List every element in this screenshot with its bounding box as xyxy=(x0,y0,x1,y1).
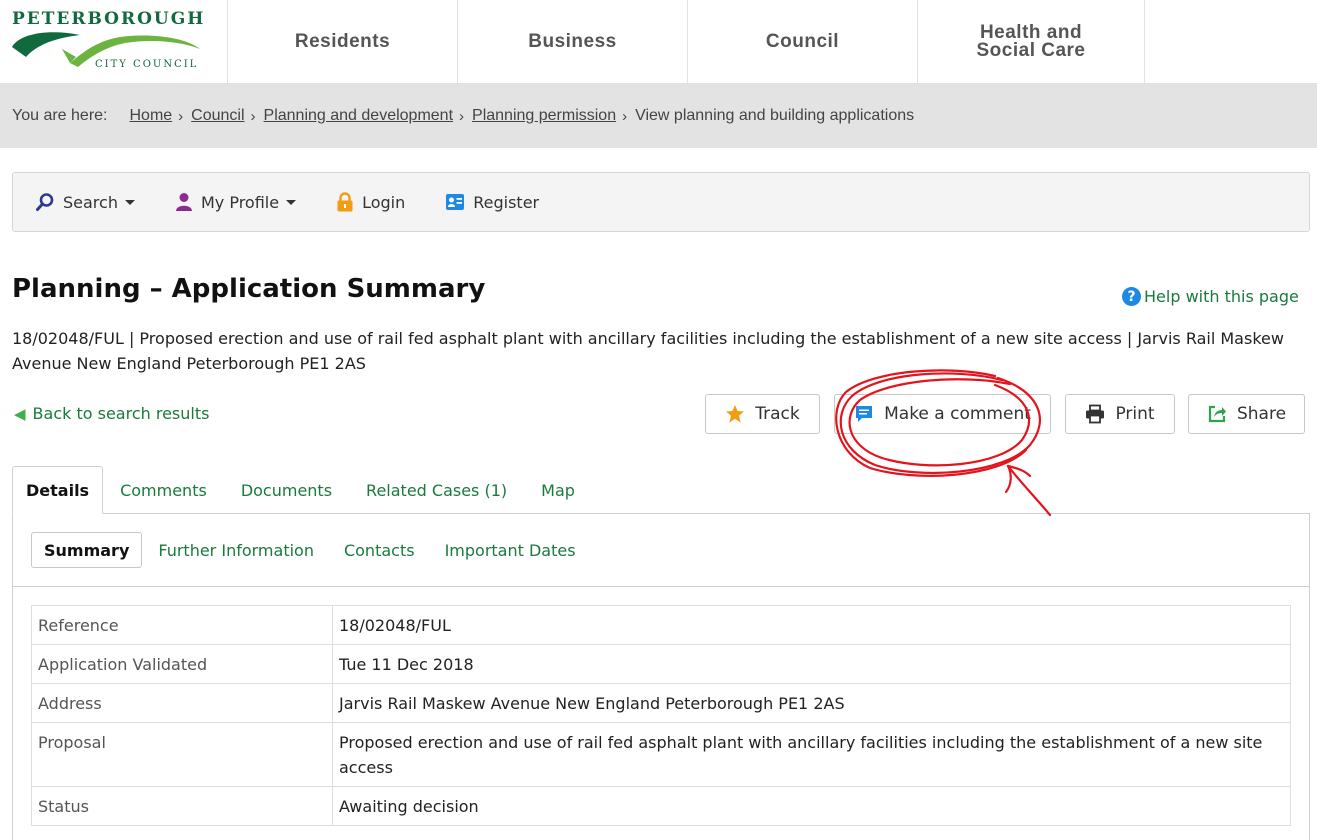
track-label: Track xyxy=(755,404,800,424)
help-link[interactable]: ? Help with this page xyxy=(1122,287,1299,306)
search-menu[interactable]: Search xyxy=(35,192,135,212)
comment-icon xyxy=(854,404,874,424)
page-title-rest: – Application Summary xyxy=(140,274,486,304)
row-label: Application Validated xyxy=(31,644,333,684)
logo-subtitle: CITY COUNCIL xyxy=(95,59,199,70)
page-title-bold: Planning xyxy=(12,274,141,304)
padlock-icon xyxy=(336,192,354,212)
main-nav: Residents Business Council Health and Soc… xyxy=(227,0,1145,84)
make-comment-button[interactable]: Make a comment xyxy=(834,394,1051,434)
row-label: Status xyxy=(31,786,333,826)
nav-residents[interactable]: Residents xyxy=(227,0,457,84)
register-card-icon xyxy=(445,192,465,212)
breadcrumb-council[interactable]: Council xyxy=(191,107,244,125)
nav-council[interactable]: Council xyxy=(687,0,917,84)
nav-health-social-care[interactable]: Health and Social Care xyxy=(917,0,1145,84)
chevron-right-icon: › xyxy=(459,107,465,125)
track-button[interactable]: Track xyxy=(705,394,820,434)
arrow-left-icon: ◀ xyxy=(14,404,26,423)
caret-down-icon xyxy=(124,199,135,205)
panel-divider xyxy=(13,586,1309,587)
row-value: Proposed erection and use of rail fed as… xyxy=(332,722,1291,787)
chevron-right-icon: › xyxy=(178,107,184,125)
nav-health-line2: Social Care xyxy=(976,40,1086,61)
row-label: Proposal xyxy=(31,722,333,787)
tab-comments[interactable]: Comments xyxy=(103,466,224,514)
chevron-right-icon: › xyxy=(622,107,628,125)
search-icon xyxy=(35,192,55,212)
table-row: Application Validated Tue 11 Dec 2018 xyxy=(31,644,1291,684)
sub-tabs: Summary Further Information Contacts Imp… xyxy=(31,532,591,568)
chevron-right-icon: › xyxy=(250,107,256,125)
share-label: Share xyxy=(1236,404,1287,424)
make-comment-label: Make a comment xyxy=(884,404,1031,424)
subtab-contacts[interactable]: Contacts xyxy=(329,532,430,568)
main-tabs: Details Comments Documents Related Cases… xyxy=(12,466,592,514)
printer-icon xyxy=(1085,404,1105,424)
profile-menu[interactable]: My Profile xyxy=(175,192,297,212)
help-link-label: Help with this page xyxy=(1144,287,1299,306)
table-row: Status Awaiting decision xyxy=(31,786,1291,826)
tab-related-cases[interactable]: Related Cases (1) xyxy=(349,466,524,514)
nav-business[interactable]: Business xyxy=(457,0,687,84)
print-button[interactable]: Print xyxy=(1065,394,1175,434)
page-title: Planning – Application Summary xyxy=(12,274,485,304)
back-to-results-link[interactable]: ◀ Back to search results xyxy=(14,404,209,423)
table-row: Proposal Proposed erection and use of ra… xyxy=(31,722,1291,787)
register-link[interactable]: Register xyxy=(445,192,539,212)
search-menu-label: Search xyxy=(63,192,118,212)
row-value: Awaiting decision xyxy=(332,786,1291,826)
login-label: Login xyxy=(362,192,406,212)
row-value: Tue 11 Dec 2018 xyxy=(332,644,1291,684)
profile-menu-label: My Profile xyxy=(200,192,280,212)
print-label: Print xyxy=(1115,404,1155,424)
back-link-label: Back to search results xyxy=(32,404,210,423)
breadcrumb-planning-permission[interactable]: Planning permission xyxy=(472,107,616,125)
application-description: 18/02048/FUL | Proposed erection and use… xyxy=(12,329,1284,373)
subtab-further-information[interactable]: Further Information xyxy=(143,532,329,568)
details-panel: Summary Further Information Contacts Imp… xyxy=(12,513,1310,840)
nav-health-label: Health and Social Care xyxy=(976,23,1086,61)
site-header: PETERBOROUGH CITY COUNCIL Residents Busi… xyxy=(0,0,1317,84)
register-label: Register xyxy=(473,192,540,212)
row-label: Address xyxy=(31,683,333,723)
caret-down-icon xyxy=(286,199,297,205)
login-link[interactable]: Login xyxy=(336,192,405,212)
logo-wordmark: PETERBOROUGH xyxy=(12,9,206,29)
utility-bar: Search My Profile Login Register xyxy=(12,172,1310,232)
summary-table: Reference 18/02048/FUL Application Valid… xyxy=(31,605,1291,826)
subtab-summary[interactable]: Summary xyxy=(31,532,143,568)
share-button[interactable]: Share xyxy=(1188,394,1305,434)
star-icon xyxy=(725,404,745,424)
table-row: Reference 18/02048/FUL xyxy=(31,605,1291,645)
subtab-important-dates[interactable]: Important Dates xyxy=(430,532,591,568)
breadcrumb-home[interactable]: Home xyxy=(129,107,172,125)
tab-map[interactable]: Map xyxy=(524,466,592,514)
user-icon xyxy=(175,192,193,212)
tab-documents[interactable]: Documents xyxy=(224,466,349,514)
row-value: Jarvis Rail Maskew Avenue New England Pe… xyxy=(332,683,1291,723)
tab-details[interactable]: Details xyxy=(12,466,104,514)
row-value: 18/02048/FUL xyxy=(332,605,1291,645)
help-question-icon: ? xyxy=(1122,287,1141,306)
table-row: Address Jarvis Rail Maskew Avenue New En… xyxy=(31,683,1291,723)
breadcrumb: You are here: Home › Council › Planning an… xyxy=(0,84,1317,148)
row-label: Reference xyxy=(31,605,333,645)
breadcrumb-label: You are here: xyxy=(12,107,108,124)
share-icon xyxy=(1207,404,1227,424)
council-logo[interactable]: PETERBOROUGH CITY COUNCIL xyxy=(0,0,227,84)
breadcrumb-planning-development[interactable]: Planning and development xyxy=(264,107,453,125)
breadcrumb-current: View planning and building applications xyxy=(635,107,915,124)
